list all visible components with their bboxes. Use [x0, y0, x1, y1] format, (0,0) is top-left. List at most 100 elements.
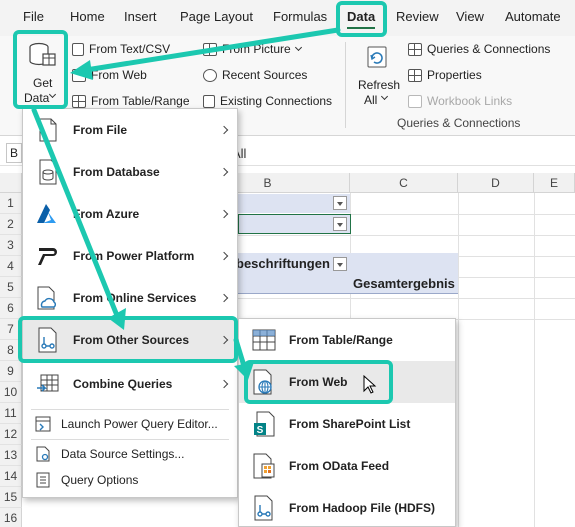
row-header[interactable]: 10 [0, 382, 22, 403]
ribbon-from-web-button[interactable]: From Web [72, 68, 147, 82]
hadoop-file-icon [251, 494, 277, 522]
submenu-item-from-hadoop-file[interactable]: From Hadoop File (HDFS) [239, 487, 455, 527]
chevron-right-icon [219, 251, 229, 261]
submenu-item-label: From OData Feed [289, 459, 390, 473]
column-header-c[interactable]: C [350, 173, 458, 193]
tab-view[interactable]: View [456, 9, 484, 24]
get-data-label-line1: Get [33, 76, 53, 90]
workbook-links-button[interactable]: Workbook Links [408, 94, 512, 108]
ribbon-tab-bar: File Home Insert Page Layout Formulas Da… [0, 0, 575, 36]
from-picture-label: From Picture [222, 42, 291, 56]
queries-connections-button[interactable]: Queries & Connections [408, 42, 550, 56]
row-header[interactable]: 3 [0, 235, 22, 256]
get-data-button[interactable]: Get Data [16, 38, 66, 106]
menu-item-from-azure[interactable]: From Azure [23, 193, 237, 235]
submenu-item-label: From Hadoop File (HDFS) [289, 501, 435, 515]
table-range-icon [251, 326, 277, 354]
other-sources-icon [35, 326, 61, 354]
chevron-right-icon [219, 335, 229, 345]
menu-item-label: From Database [73, 165, 160, 179]
grand-total-cell[interactable]: Gesamtergebnis [353, 276, 455, 291]
azure-icon [35, 200, 61, 228]
column-label: E [549, 176, 558, 190]
filter-dropdown-button[interactable] [333, 196, 347, 210]
power-query-icon [35, 416, 51, 432]
row-header[interactable]: 2 [0, 214, 22, 235]
tab-review[interactable]: Review [396, 9, 439, 24]
properties-button[interactable]: Properties [408, 68, 482, 82]
column-label: B [263, 176, 272, 190]
menu-item-launch-power-query-editor[interactable]: Launch Power Query Editor... [23, 411, 237, 437]
ribbon-from-table-range-label: From Table/Range [91, 94, 190, 108]
column-header-e[interactable]: E [534, 173, 575, 193]
chevron-right-icon [219, 379, 229, 389]
queries-connections-label: Queries & Connections [427, 42, 551, 56]
submenu-item-from-table-range[interactable]: From Table/Range [239, 319, 455, 361]
database-icon [29, 42, 56, 66]
data-source-settings-icon [35, 446, 51, 462]
menu-item-label: From Other Sources [73, 333, 190, 347]
refresh-icon [367, 46, 387, 68]
menu-item-from-database[interactable]: From Database [23, 151, 237, 193]
chevron-right-icon [219, 125, 229, 135]
row-header[interactable]: 11 [0, 403, 22, 424]
ribbon-from-table-range-button[interactable]: From Table/Range [72, 94, 190, 108]
refresh-label-line1: Refresh [358, 78, 401, 92]
row-header[interactable]: 1 [0, 193, 22, 214]
combine-queries-icon [35, 370, 61, 398]
menu-item-query-options[interactable]: Query Options [23, 467, 237, 493]
text-file-icon [72, 42, 84, 56]
workbook-links-label: Workbook Links [427, 94, 513, 108]
column-header-d[interactable]: D [458, 173, 534, 193]
submenu-item-from-odata-feed[interactable]: From OData Feed [239, 445, 455, 487]
row-header[interactable]: 5 [0, 277, 22, 298]
row-header[interactable]: 15 [0, 487, 22, 508]
row-header[interactable]: 4 [0, 256, 22, 277]
menu-item-combine-queries[interactable]: Combine Queries [23, 363, 237, 405]
refresh-all-button[interactable]: Refresh All [356, 38, 401, 107]
row-header[interactable]: 7 [0, 319, 22, 340]
from-text-csv-button[interactable]: From Text/CSV [72, 42, 170, 56]
tab-page-layout[interactable]: Page Layout [180, 9, 253, 24]
row-header[interactable]: 6 [0, 298, 22, 319]
recent-sources-button[interactable]: Recent Sources [203, 68, 307, 82]
svg-text:S: S [257, 425, 264, 436]
row-header[interactable]: 9 [0, 361, 22, 382]
row-header[interactable]: 14 [0, 466, 22, 487]
menu-item-from-power-platform[interactable]: From Power Platform [23, 235, 237, 277]
row-header[interactable]: 8 [0, 340, 22, 361]
row-header[interactable]: 13 [0, 445, 22, 466]
tab-file[interactable]: File [23, 9, 44, 24]
row-labels-cell[interactable]: beschriftungen [236, 256, 330, 271]
menu-item-from-file[interactable]: From File [23, 109, 237, 151]
gridline [534, 193, 535, 527]
menu-item-data-source-settings[interactable]: Data Source Settings... [23, 441, 237, 467]
tab-insert[interactable]: Insert [124, 9, 157, 24]
submenu-item-label: From Table/Range [289, 333, 393, 347]
name-box[interactable]: B [6, 143, 22, 163]
select-all-corner[interactable] [0, 173, 22, 193]
filter-dropdown-button[interactable] [333, 217, 347, 231]
mouse-cursor-icon [363, 375, 377, 394]
row-header[interactable]: 12 [0, 424, 22, 445]
existing-connections-button[interactable]: Existing Connections [203, 94, 332, 108]
menu-item-label: From File [73, 123, 128, 137]
queries-connections-icon [408, 42, 422, 56]
tab-formulas[interactable]: Formulas [273, 9, 327, 24]
clock-icon [203, 68, 217, 82]
tab-home[interactable]: Home [70, 9, 105, 24]
queries-connections-group-label: Queries & Connections [397, 116, 521, 130]
submenu-item-from-sharepoint-list[interactable]: S From SharePoint List [239, 403, 455, 445]
ribbon-from-web-label: From Web [91, 68, 147, 82]
chevron-right-icon [219, 293, 229, 303]
menu-item-from-online-services[interactable]: From Online Services [23, 277, 237, 319]
tab-automate[interactable]: Automate [505, 9, 561, 24]
get-data-label-line2: Data [24, 91, 50, 105]
filter-dropdown-button[interactable] [333, 257, 347, 271]
submenu-item-from-web[interactable]: From Web [239, 361, 455, 403]
tab-data[interactable]: Data [347, 9, 376, 29]
menu-item-from-other-sources[interactable]: From Other Sources [23, 319, 237, 361]
row-header[interactable]: 16 [0, 508, 22, 527]
from-picture-button[interactable]: From Picture [203, 42, 302, 56]
name-box-value: B [10, 146, 19, 160]
